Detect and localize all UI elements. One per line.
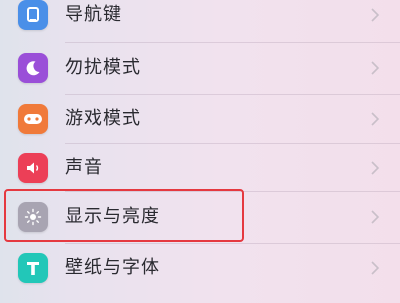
chevron-right-icon	[371, 210, 380, 224]
settings-item-game-mode[interactable]: 游戏模式	[0, 94, 400, 144]
chevron-right-icon	[371, 161, 380, 175]
settings-item-label: 游戏模式	[65, 108, 141, 129]
chevron-right-icon	[371, 61, 380, 75]
settings-screen: 导航键 勿扰模式 游戏模式 声音 显示与亮度 壁纸与字体	[0, 0, 400, 303]
chevron-right-icon	[371, 261, 380, 275]
settings-item-wallpaper-font[interactable]: 壁纸与字体	[0, 243, 400, 293]
chevron-right-icon	[371, 112, 380, 126]
settings-item-label: 勿扰模式	[65, 57, 141, 78]
chevron-right-icon	[371, 8, 380, 22]
settings-item-label: 导航键	[65, 4, 122, 25]
text-t-icon	[18, 253, 48, 283]
moon-icon	[18, 53, 48, 83]
settings-item-label: 壁纸与字体	[65, 257, 160, 278]
settings-item-navigation-keys[interactable]: 导航键	[0, 0, 400, 40]
speaker-icon	[18, 153, 48, 183]
highlight-box	[4, 189, 244, 242]
gamepad-icon	[18, 104, 48, 134]
navigation-key-icon	[18, 0, 48, 30]
settings-item-label: 声音	[65, 157, 103, 178]
settings-item-sound[interactable]: 声音	[0, 143, 400, 193]
settings-item-do-not-disturb[interactable]: 勿扰模式	[0, 43, 400, 93]
